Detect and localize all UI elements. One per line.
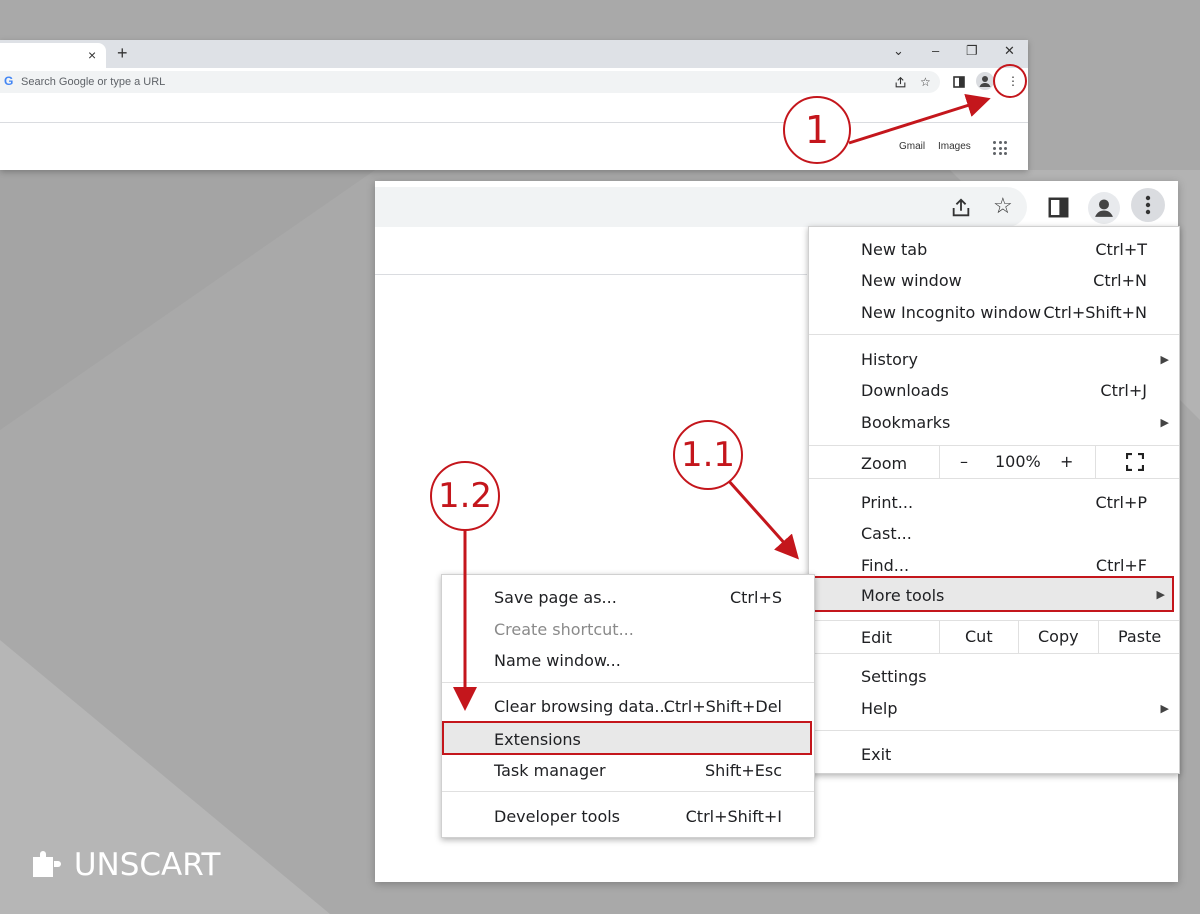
top-browser-window: × + ⌄ – ❐ ✕ G Search Google or type a UR… [0, 40, 1028, 170]
chrome-main-menu: New tab Ctrl+T New window Ctrl+N New Inc… [808, 226, 1180, 774]
chrome-menu-button[interactable] [1131, 188, 1165, 222]
shortcut-downloads: Ctrl+J [1100, 381, 1147, 400]
new-tab-icon[interactable]: + [117, 43, 128, 64]
bookmark-star-icon[interactable]: ☆ [920, 75, 931, 89]
callout-step-1-1: 1.1 [673, 420, 743, 490]
bookmark-star-icon[interactable]: ☆ [993, 193, 1013, 219]
callout-step-1: 1 [783, 96, 851, 164]
menu-item-settings[interactable]: Settings [861, 667, 927, 686]
more-tools-label: More tools [861, 586, 945, 605]
menu-highlight-circle [993, 64, 1027, 98]
edit-label: Edit [861, 628, 892, 647]
shortcut-task-manager: Shift+Esc [704, 761, 782, 780]
fullscreen-button[interactable] [1095, 446, 1180, 478]
brand-name: UNSCART [73, 847, 221, 883]
menu-item-new-incognito[interactable]: New Incognito window [861, 303, 1041, 322]
callout-step-1-2: 1.2 [430, 461, 500, 531]
menu-separator [809, 334, 1179, 335]
menu-item-new-window[interactable]: New window [861, 271, 962, 290]
shortcut-clear-data: Ctrl+Shift+Del [663, 697, 782, 716]
submenu-arrow-icon: ▶ [1160, 702, 1169, 715]
menu-item-more-tools[interactable]: More tools ▶ [812, 576, 1174, 612]
shortcut-developer-tools: Ctrl+Shift+I [685, 807, 782, 826]
shortcut-new-window: Ctrl+N [1093, 271, 1147, 290]
paste-label: Paste [1118, 627, 1162, 646]
copy-button[interactable]: Copy [1018, 621, 1099, 653]
submenu-arrow-icon: ▶ [1160, 416, 1169, 429]
submenu-item-task-manager[interactable]: Task manager [494, 761, 606, 780]
cut-button[interactable]: Cut [939, 621, 1019, 653]
tab-strip: × + ⌄ – ❐ ✕ [0, 40, 1028, 68]
edit-row: Edit Cut Copy Paste [809, 620, 1179, 654]
copy-label: Copy [1038, 627, 1079, 646]
fullscreen-icon [1126, 453, 1144, 471]
menu-separator [442, 791, 814, 792]
share-icon[interactable] [950, 197, 972, 219]
brand-logo: UNSCART [30, 847, 221, 883]
tab-search-icon[interactable]: ⌄ [893, 43, 904, 59]
zoomed-omnibox[interactable]: ☆ [375, 187, 1027, 227]
side-panel-icon[interactable] [953, 76, 965, 88]
menu-item-bookmarks[interactable]: Bookmarks [861, 413, 950, 432]
close-window-icon[interactable]: ✕ [1004, 43, 1015, 59]
apps-grid-icon[interactable] [993, 141, 1007, 155]
puzzle-logo-icon [33, 850, 61, 877]
menu-separator [809, 730, 1179, 731]
shortcut-print: Ctrl+P [1095, 493, 1147, 512]
restore-icon[interactable]: ❐ [966, 43, 978, 59]
shortcut-new-incognito: Ctrl+Shift+N [1043, 303, 1147, 322]
zoom-in-button[interactable]: + [1060, 452, 1073, 471]
menu-item-new-tab[interactable]: New tab [861, 240, 927, 259]
minimize-icon[interactable]: – [932, 43, 939, 58]
profile-avatar-icon[interactable] [976, 72, 994, 90]
paste-button[interactable]: Paste [1098, 621, 1180, 653]
shortcut-new-tab: Ctrl+T [1095, 240, 1147, 259]
menu-item-exit[interactable]: Exit [861, 745, 891, 764]
menu-item-help[interactable]: Help [861, 699, 897, 718]
submenu-arrow-icon: ▶ [1160, 353, 1169, 366]
profile-avatar-icon[interactable] [1088, 192, 1120, 224]
menu-item-cast[interactable]: Cast... [861, 524, 912, 543]
tab-close-icon[interactable]: × [88, 47, 96, 63]
submenu-item-save-page[interactable]: Save page as... [494, 588, 617, 607]
zoom-out-button[interactable]: – [960, 452, 968, 471]
zoom-label: Zoom [861, 454, 908, 473]
submenu-item-developer-tools[interactable]: Developer tools [494, 807, 620, 826]
submenu-item-name-window[interactable]: Name window... [494, 651, 621, 670]
toolbar-divider [0, 122, 1028, 123]
zoom-level: 100% [995, 452, 1041, 471]
top-toolbar: G Search Google or type a URL ☆ ⋮ [0, 68, 1028, 96]
shortcut-save-page: Ctrl+S [729, 588, 782, 607]
menu-item-downloads[interactable]: Downloads [861, 381, 949, 400]
browser-tab[interactable]: × [0, 43, 106, 68]
google-g-icon: G [4, 74, 14, 88]
omnibox[interactable]: G Search Google or type a URL ☆ [0, 71, 940, 93]
gmail-link[interactable]: Gmail [899, 141, 925, 152]
menu-item-history[interactable]: History [861, 350, 918, 369]
submenu-item-extensions[interactable]: Extensions [442, 721, 812, 755]
omnibox-placeholder: Search Google or type a URL [21, 76, 166, 88]
share-icon[interactable] [894, 76, 907, 89]
menu-item-print[interactable]: Print... [861, 493, 913, 512]
zoom-row: Zoom – 100% + [809, 445, 1179, 479]
zoom-controls: – 100% + [939, 446, 1090, 478]
images-link[interactable]: Images [938, 141, 971, 152]
submenu-item-create-shortcut: Create shortcut... [494, 620, 634, 639]
content-divider [375, 274, 807, 275]
extensions-label: Extensions [494, 730, 581, 749]
menu-item-find[interactable]: Find... [861, 556, 909, 575]
more-tools-submenu: Save page as... Ctrl+S Create shortcut..… [441, 574, 815, 838]
three-dots-icon [1145, 195, 1151, 215]
cut-label: Cut [965, 627, 993, 646]
menu-separator [442, 682, 814, 683]
submenu-arrow-icon: ▶ [1156, 588, 1165, 601]
shortcut-find: Ctrl+F [1095, 556, 1147, 575]
submenu-item-clear-data[interactable]: Clear browsing data... [494, 697, 670, 716]
side-panel-icon[interactable] [1048, 197, 1069, 218]
